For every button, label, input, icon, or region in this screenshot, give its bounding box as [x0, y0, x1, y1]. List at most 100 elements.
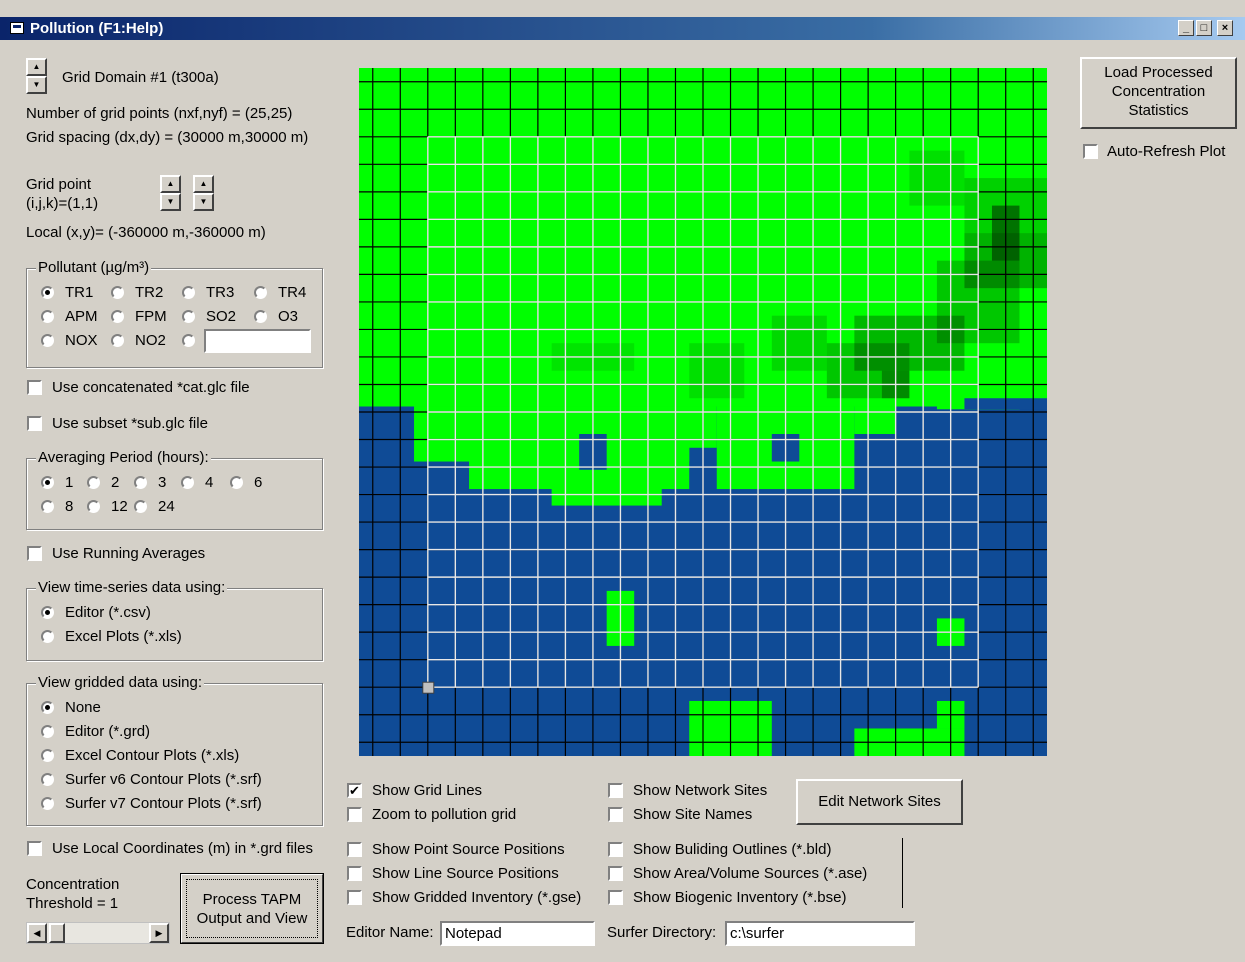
subset-checkbox[interactable]: [27, 416, 42, 431]
pollutant-apm-radio[interactable]: [41, 310, 54, 323]
auto-refresh-label: Auto-Refresh Plot: [1107, 143, 1226, 160]
minimize-button[interactable]: _: [1178, 20, 1194, 36]
subset-label: Use subset *sub.glc file: [52, 415, 208, 432]
custom-pollutant-input[interactable]: [204, 329, 311, 353]
network-sites-checkbox[interactable]: [608, 783, 623, 798]
divider: [902, 838, 903, 908]
avg-6-label: 6: [254, 474, 263, 491]
gridded-3-radio[interactable]: [41, 773, 54, 786]
pollutant-so2-label: SO2: [206, 308, 237, 325]
pollutant-tr2-label: TR2: [135, 284, 164, 301]
spin-up-icon[interactable]: ▲: [26, 58, 47, 76]
window-title: Pollution (F1:Help): [30, 20, 164, 37]
gridded-inventory-checkbox[interactable]: [347, 890, 362, 905]
spin-down-icon[interactable]: ▼: [160, 193, 181, 211]
gridded-4-radio[interactable]: [41, 797, 54, 810]
avg-3-radio[interactable]: [134, 476, 147, 489]
pollutant-tr1-radio[interactable]: [41, 286, 54, 299]
area-volume-label: Show Area/Volume Sources (*.ase): [633, 865, 868, 882]
gridded-0-radio[interactable]: [41, 701, 54, 714]
point-sources-checkbox[interactable]: [347, 842, 362, 857]
timeseries-legend: View time-series data using:: [36, 579, 228, 596]
avg-2-radio[interactable]: [87, 476, 100, 489]
avg-8-radio[interactable]: [41, 500, 54, 513]
avg-8-label: 8: [65, 498, 74, 515]
spin-up-icon[interactable]: ▲: [193, 175, 214, 193]
avg-12-radio[interactable]: [87, 500, 100, 513]
building-outlines-checkbox[interactable]: [608, 842, 623, 857]
scroll-left-icon[interactable]: ◀: [27, 923, 47, 943]
line-sources-label: Show Line Source Positions: [372, 865, 559, 882]
pollutant-tr1-label: TR1: [65, 284, 94, 301]
timeseries-0-label: Editor (*.csv): [65, 604, 151, 621]
local-coords-checkbox[interactable]: [27, 841, 42, 856]
running-avg-label: Use Running Averages: [52, 545, 206, 562]
spin-up-icon[interactable]: ▲: [160, 175, 181, 193]
spin-down-icon[interactable]: ▼: [193, 193, 214, 211]
concat-label: Use concatenated *cat.glc file: [52, 379, 250, 396]
editor-name-label: Editor Name:: [346, 924, 434, 941]
domain-spinner[interactable]: ▲ ▼: [26, 58, 47, 94]
line-sources-checkbox[interactable]: [347, 866, 362, 881]
averaging-group: Averaging Period (hours):: [26, 449, 323, 530]
surfer-directory-label: Surfer Directory:: [607, 924, 717, 941]
timeseries-0-radio[interactable]: [41, 606, 54, 619]
biogenic-checkbox[interactable]: [608, 890, 623, 905]
avg-1-label: 1: [65, 474, 74, 491]
editor-name-input[interactable]: [440, 921, 595, 946]
show-grid-lines-checkbox[interactable]: ✔: [347, 783, 362, 798]
grid-j-spinner[interactable]: ▲ ▼: [193, 175, 214, 211]
pollution-map[interactable]: [359, 68, 1047, 756]
building-outlines-label: Show Buliding Outlines (*.bld): [633, 841, 832, 858]
timeseries-1-radio[interactable]: [41, 630, 54, 643]
selected-grid-point[interactable]: [422, 681, 435, 694]
edit-network-sites-button[interactable]: Edit Network Sites: [796, 779, 963, 825]
pollutant-o3-radio[interactable]: [254, 310, 267, 323]
running-avg-checkbox[interactable]: [27, 546, 42, 561]
pollutant-so2-radio[interactable]: [182, 310, 195, 323]
process-tapm-button[interactable]: Process TAPM Output and View: [180, 873, 324, 944]
threshold-scrollbar[interactable]: ◀ ▶: [26, 922, 170, 944]
auto-refresh-checkbox[interactable]: [1083, 144, 1098, 159]
pollutant-tr3-radio[interactable]: [182, 286, 195, 299]
pollutant-nox-radio[interactable]: [41, 334, 54, 347]
app-icon[interactable]: [10, 22, 24, 34]
threshold-thumb[interactable]: [48, 923, 65, 943]
site-names-checkbox[interactable]: [608, 807, 623, 822]
avg-3-label: 3: [158, 474, 167, 491]
concentration-cell: [909, 150, 965, 206]
averaging-legend: Averaging Period (hours):: [36, 449, 211, 466]
avg-24-radio[interactable]: [134, 500, 147, 513]
grid-i-spinner[interactable]: ▲ ▼: [160, 175, 181, 211]
pollutant-custom-radio[interactable]: [182, 334, 195, 347]
pollutant-nox-label: NOX: [65, 332, 98, 349]
concat-checkbox[interactable]: [27, 380, 42, 395]
network-sites-label: Show Network Sites: [633, 782, 768, 799]
scroll-right-icon[interactable]: ▶: [149, 923, 169, 943]
show-grid-lines-label: Show Grid Lines: [372, 782, 483, 799]
avg-6-radio[interactable]: [230, 476, 243, 489]
grid-domain-label: Grid Domain #1 (t300a): [62, 69, 219, 86]
grid-point-value: (i,j,k)=(1,1): [26, 195, 99, 212]
avg-4-radio[interactable]: [181, 476, 194, 489]
surfer-directory-input[interactable]: [725, 921, 915, 946]
load-statistics-button[interactable]: Load Processed Concentration Statistics: [1080, 57, 1237, 129]
grid-point-label: Grid point: [26, 176, 92, 193]
gridded-1-radio[interactable]: [41, 725, 54, 738]
close-button[interactable]: ×: [1217, 20, 1233, 36]
pollutant-fpm-radio[interactable]: [111, 310, 124, 323]
maximize-button[interactable]: □: [1196, 20, 1212, 36]
pollutant-tr2-radio[interactable]: [111, 286, 124, 299]
gridded-legend: View gridded data using:: [36, 674, 205, 691]
area-volume-checkbox[interactable]: [608, 866, 623, 881]
concentration-cell: [689, 343, 745, 399]
zoom-pollution-checkbox[interactable]: [347, 807, 362, 822]
spin-down-icon[interactable]: ▼: [26, 76, 47, 94]
pollutant-tr4-radio[interactable]: [254, 286, 267, 299]
pollutant-no2-radio[interactable]: [111, 334, 124, 347]
avg-1-radio[interactable]: [41, 476, 54, 489]
biogenic-label: Show Biogenic Inventory (*.bse): [633, 889, 847, 906]
pollutant-o3-label: O3: [278, 308, 299, 325]
gridded-2-radio[interactable]: [41, 749, 54, 762]
gridded-0-label: None: [65, 699, 101, 716]
